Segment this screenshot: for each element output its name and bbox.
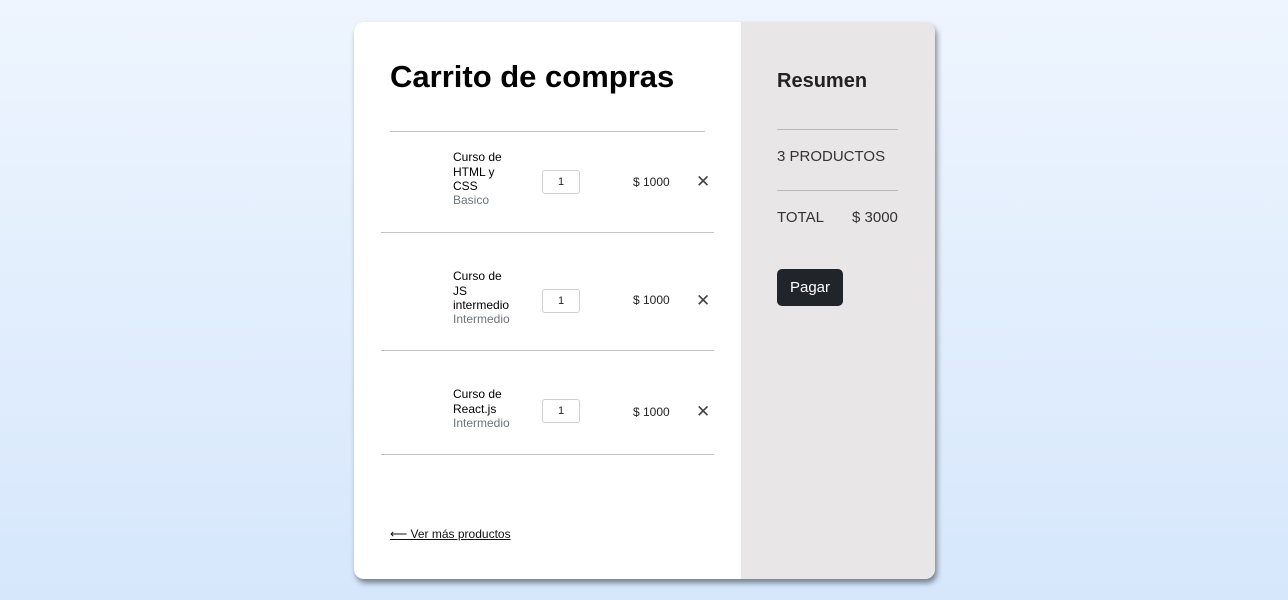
- close-icon[interactable]: ✕: [696, 403, 710, 420]
- cart-item: Curso de HTML y CSS Basico $ 1000 ✕: [381, 150, 714, 210]
- quantity-input[interactable]: [542, 170, 580, 194]
- close-icon[interactable]: ✕: [696, 292, 710, 309]
- close-icon[interactable]: ✕: [696, 173, 710, 190]
- divider: [777, 190, 898, 191]
- divider: [381, 454, 714, 455]
- quantity-input[interactable]: [542, 399, 580, 423]
- cart-item: Curso de JS intermedio Intermedio $ 1000…: [381, 269, 714, 329]
- product-count: 3 PRODUCTOS: [777, 148, 886, 165]
- divider: [381, 350, 714, 351]
- divider: [390, 131, 705, 132]
- total-label: TOTAL: [777, 209, 824, 226]
- divider: [777, 129, 898, 130]
- item-level: Intermedio: [453, 416, 510, 430]
- item-level: Intermedio: [453, 312, 510, 326]
- quantity-input[interactable]: [542, 289, 580, 313]
- item-price: $ 1000: [633, 293, 670, 307]
- summary-title: Resumen: [777, 70, 868, 92]
- item-price: $ 1000: [633, 175, 670, 189]
- cart-panel: Carrito de compras Curso de HTML y CSS B…: [354, 22, 741, 579]
- back-to-products-link[interactable]: ⟵ Ver más productos: [390, 527, 511, 541]
- summary-panel: Resumen 3 PRODUCTOS TOTAL $ 3000 Pagar: [741, 22, 935, 579]
- item-level: Basico: [453, 193, 490, 207]
- item-name: Curso de React.js: [453, 387, 502, 416]
- item-name: Curso de JS intermedio: [453, 269, 510, 312]
- divider: [381, 232, 714, 233]
- total-value: $ 3000: [852, 209, 898, 226]
- pay-button[interactable]: Pagar: [777, 269, 843, 306]
- page-title: Carrito de compras: [390, 59, 675, 94]
- cart-item: Curso de React.js Intermedio $ 1000 ✕: [381, 387, 714, 433]
- item-name: Curso de HTML y CSS: [453, 150, 502, 193]
- item-price: $ 1000: [633, 405, 670, 419]
- shopping-cart-card: Carrito de compras Curso de HTML y CSS B…: [354, 22, 935, 579]
